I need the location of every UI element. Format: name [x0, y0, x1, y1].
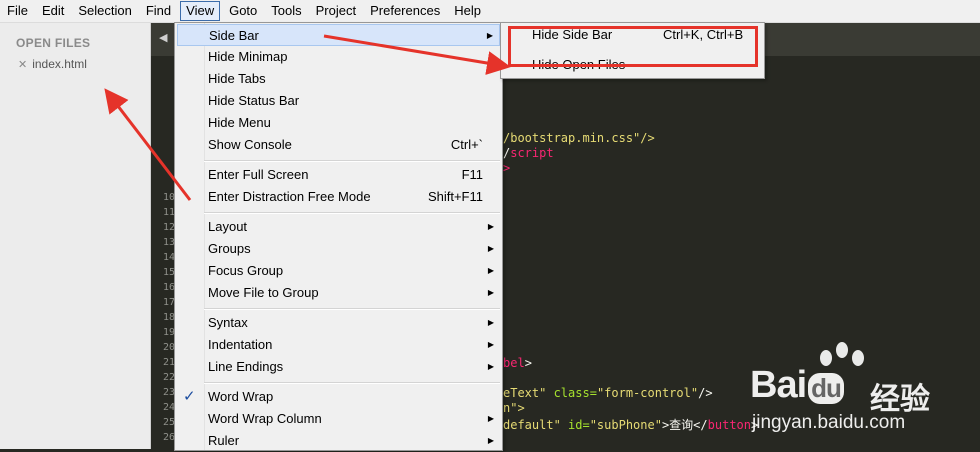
submenu-arrow-icon: ▶	[487, 222, 494, 231]
submenu-arrow-icon: ▶	[487, 340, 494, 349]
open-file-item[interactable]: ✕ index.html	[18, 57, 87, 71]
submenu-arrow-icon: ▶	[487, 244, 494, 253]
menu-item-label: Enter Full Screen	[208, 167, 309, 182]
menu-item-label: Hide Minimap	[208, 49, 288, 64]
code-line: eText" class="form-control"/>	[503, 386, 713, 400]
submenu-arrow-icon: ▶	[487, 414, 494, 423]
menu-item-label: Hide Tabs	[208, 71, 266, 86]
watermark-brand: Bai du	[750, 364, 844, 407]
menu-item-label: Indentation	[208, 337, 273, 352]
menu-item-hide-minimap[interactable]: Hide Minimap	[175, 46, 502, 68]
menu-item-shortcut: Ctrl+`	[450, 137, 483, 152]
submenu-arrow-icon: ▶	[487, 318, 494, 327]
menu-item-label: Show Console	[208, 137, 292, 152]
submenu-arrow-icon: ▶	[487, 362, 494, 371]
menu-item-label: Focus Group	[208, 263, 284, 278]
menu-item-shortcut: F11	[461, 167, 483, 182]
menu-help[interactable]: Help	[447, 1, 488, 21]
tab-scroll-left-icon[interactable]: ◀	[159, 31, 173, 47]
close-icon[interactable]: ✕	[18, 58, 27, 71]
menu-item-indentation[interactable]: Indentation ▶	[175, 334, 502, 356]
menu-item-word-wrap-column[interactable]: Word Wrap Column ▶	[175, 408, 502, 430]
menu-item-show-console[interactable]: Show Console Ctrl+`	[175, 134, 502, 156]
menu-item-label: Side Bar	[209, 28, 259, 43]
code-line: bel>	[503, 356, 532, 370]
menu-preferences[interactable]: Preferences	[363, 1, 447, 21]
submenu-arrow-icon: ▶	[487, 288, 494, 297]
submenu-arrow-icon: ▶	[486, 31, 493, 40]
watermark-url: jingyan.baidu.com	[752, 412, 906, 433]
menu-file[interactable]: File	[0, 1, 35, 21]
menu-item-hide-tabs[interactable]: Hide Tabs	[175, 68, 502, 90]
annotation-highlight-box	[508, 26, 758, 67]
menu-item-label: Line Endings	[208, 359, 284, 374]
code-line: default" id="subPhone">查询</button>	[503, 418, 759, 432]
menu-view[interactable]: View	[180, 1, 221, 21]
menu-item-label: Hide Menu	[208, 115, 271, 130]
menu-tools[interactable]: Tools	[264, 1, 308, 21]
menu-item-label: Enter Distraction Free Mode	[208, 189, 371, 204]
menu-item-line-endings[interactable]: Line Endings ▶	[175, 356, 502, 378]
menu-item-label: Syntax	[208, 315, 248, 330]
open-file-label: index.html	[32, 57, 87, 71]
menu-bar: File Edit Selection Find View Goto Tools…	[0, 0, 980, 23]
menu-item-hide-status-bar[interactable]: Hide Status Bar	[175, 90, 502, 112]
menu-separator	[204, 382, 500, 384]
menu-item-move-file-to-group[interactable]: Move File to Group ▶	[175, 282, 502, 304]
menu-item-label: Word Wrap	[208, 389, 274, 404]
menu-item-hide-menu[interactable]: Hide Menu	[175, 112, 502, 134]
view-menu-dropdown: Side Bar ▶ Hide Minimap Hide Tabs Hide S…	[174, 22, 503, 451]
code-line: /script	[503, 146, 554, 160]
menu-item-groups[interactable]: Groups ▶	[175, 238, 502, 260]
menu-separator	[204, 160, 500, 162]
menu-item-word-wrap[interactable]: ✓ Word Wrap	[175, 386, 502, 408]
menu-item-label: Word Wrap Column	[208, 411, 322, 426]
menu-item-syntax[interactable]: Syntax ▶	[175, 312, 502, 334]
baidu-jingyan-watermark: Bai du 经验 jingyan.baidu.com	[750, 342, 970, 442]
menu-item-layout[interactable]: Layout ▶	[175, 216, 502, 238]
menu-selection[interactable]: Selection	[71, 1, 138, 21]
menu-goto[interactable]: Goto	[222, 1, 264, 21]
menu-separator	[204, 212, 500, 214]
code-line: /bootstrap.min.css"/>	[503, 131, 655, 145]
menu-separator	[204, 308, 500, 310]
menu-item-shortcut: Shift+F11	[427, 189, 483, 204]
menu-find[interactable]: Find	[139, 1, 178, 21]
menu-item-focus-group[interactable]: Focus Group ▶	[175, 260, 502, 282]
menu-item-label: Groups	[208, 241, 251, 256]
menu-edit[interactable]: Edit	[35, 1, 71, 21]
menu-item-side-bar[interactable]: Side Bar ▶	[177, 24, 500, 46]
code-line: >	[503, 161, 511, 175]
menu-item-label: Hide Status Bar	[208, 93, 300, 108]
menu-item-distraction-free[interactable]: Enter Distraction Free Mode Shift+F11	[175, 186, 502, 208]
code-line: n">	[503, 401, 525, 415]
submenu-arrow-icon: ▶	[487, 266, 494, 275]
checkmark-icon: ✓	[183, 388, 196, 405]
sidebar: OPEN FILES ✕ index.html	[0, 23, 151, 449]
menu-item-label: Layout	[208, 219, 248, 234]
menu-item-enter-full-screen[interactable]: Enter Full Screen F11	[175, 164, 502, 186]
menu-project[interactable]: Project	[309, 1, 363, 21]
menu-item-label: Move File to Group	[208, 285, 319, 300]
open-files-heading: OPEN FILES	[16, 36, 91, 50]
